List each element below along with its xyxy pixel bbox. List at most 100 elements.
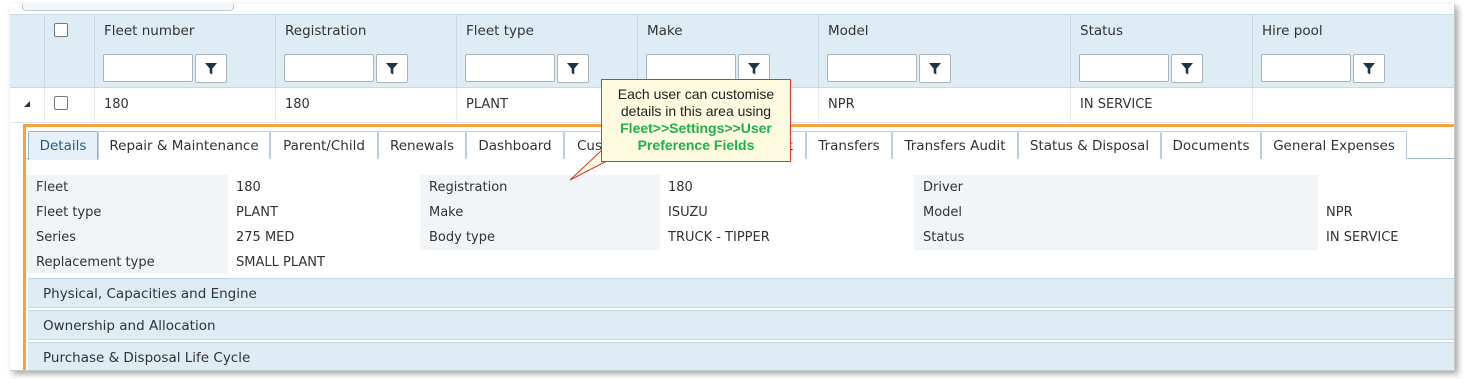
callout-line: details in this area using [620, 103, 772, 119]
section-title: Physical, Capacities and Engine [43, 286, 257, 302]
column-header-hire-pool[interactable]: Hire pool [1252, 15, 1454, 47]
filter-icon [1363, 62, 1375, 74]
filter-icon [748, 62, 760, 74]
column-header-make[interactable]: Make [637, 15, 818, 47]
cell-status: IN SERVICE [1070, 88, 1252, 122]
select-all-cell [44, 15, 94, 47]
callout-line: Each user can customise [617, 86, 775, 102]
cell-value: 180 [285, 97, 310, 112]
filter-button-fleet-number[interactable] [195, 54, 227, 83]
column-header-label: Fleet number [104, 23, 195, 39]
tab-parent-child[interactable]: Parent/Child [270, 131, 378, 159]
expand-header-cell [10, 15, 44, 47]
cell-fleet-number: 180 [94, 88, 275, 122]
filter-icon [386, 62, 398, 74]
make-value: ISUZU [668, 205, 708, 220]
tab-label: Transfers [818, 137, 880, 154]
row-select-cell [44, 88, 94, 122]
body-type-value: TRUCK - TIPPER [668, 230, 770, 245]
make-label: Make [429, 205, 464, 220]
filter-cell-model [818, 47, 1070, 87]
body-type-label: Body type [429, 230, 495, 245]
row-checkbox[interactable] [54, 96, 68, 110]
filter-button-fleet-type[interactable] [557, 54, 589, 83]
column-header-label: Hire pool [1262, 23, 1323, 39]
registration-label: Registration [429, 180, 508, 195]
cell-value: NPR [828, 97, 855, 112]
filter-button-status[interactable] [1171, 54, 1203, 83]
replacement-type-label: Replacement type [36, 255, 155, 270]
filter-cell-hire-pool [1252, 47, 1454, 87]
filter-input-make[interactable] [646, 54, 736, 82]
filter-input-status[interactable] [1079, 54, 1169, 82]
column-header-fleet-type[interactable]: Fleet type [456, 15, 637, 47]
series-label: Series [36, 230, 76, 245]
column-header-model[interactable]: Model [818, 15, 1070, 47]
filter-cell-status [1070, 47, 1252, 87]
tab-label: Renewals [389, 137, 455, 154]
filter-input-registration[interactable] [284, 54, 374, 82]
column-header-fleet-number[interactable]: Fleet number [94, 15, 275, 47]
filter-input-fleet-number[interactable] [103, 54, 193, 82]
column-header-label: Fleet type [466, 23, 534, 39]
filter-icon [205, 62, 217, 74]
grid-header-row: Fleet number Registration Fleet type Mak… [10, 14, 1454, 48]
tab-renewals[interactable]: Renewals [378, 131, 466, 159]
tab-transfers-audit[interactable]: Transfers Audit [892, 131, 1018, 159]
registration-value: 180 [668, 180, 693, 195]
tab-general-expenses[interactable]: General Expenses [1261, 131, 1407, 159]
collapse-arrow-icon[interactable] [23, 100, 31, 108]
tab-details[interactable]: Details [28, 131, 98, 160]
column-header-label: Make [647, 23, 683, 39]
tab-repair-maintenance[interactable]: Repair & Maintenance [98, 131, 270, 159]
column-header-label: Registration [285, 23, 367, 39]
tab-label: Repair & Maintenance [109, 137, 259, 154]
tab-label: Documents [1172, 137, 1250, 154]
column-header-label: Model [828, 23, 869, 39]
tab-documents[interactable]: Documents [1161, 131, 1261, 159]
select-all-checkbox[interactable] [54, 23, 68, 37]
filter-input-fleet-type[interactable] [465, 54, 555, 82]
toolbar-stub [22, 4, 234, 11]
filter-spacer [44, 47, 94, 87]
tab-label: Parent/Child [283, 137, 365, 154]
cell-value: PLANT [466, 97, 508, 112]
callout-highlight: Preference Fields [637, 137, 755, 153]
section-physical-capacities-engine[interactable]: Physical, Capacities and Engine [28, 278, 1454, 308]
filter-cell-fleet-number [94, 47, 275, 87]
filter-button-model[interactable] [919, 54, 951, 83]
tab-label: Status & Disposal [1029, 137, 1150, 154]
model-label: Model [923, 205, 963, 220]
filter-cell-registration [275, 47, 456, 87]
replacement-type-value: SMALL PLANT [236, 255, 325, 270]
cell-registration: 180 [275, 88, 456, 122]
tab-status-disposal[interactable]: Status & Disposal [1018, 131, 1161, 159]
tab-transfers[interactable]: Transfers [806, 131, 892, 159]
filter-button-registration[interactable] [376, 54, 408, 83]
fleet-value: 180 [236, 180, 261, 195]
cell-model: NPR [818, 88, 1070, 122]
fleet-type-label: Fleet type [36, 205, 102, 220]
tab-label: Transfers Audit [904, 137, 1006, 154]
filter-input-model[interactable] [827, 54, 917, 82]
column-header-label: Status [1080, 23, 1124, 39]
section-title: Purchase & Disposal Life Cycle [43, 350, 251, 366]
filter-icon [929, 62, 941, 74]
tab-dashboard[interactable]: Dashboard [466, 131, 564, 159]
series-value: 275 MED [236, 230, 295, 245]
filter-input-hire-pool[interactable] [1261, 54, 1351, 82]
filter-spacer [10, 47, 44, 87]
filter-button-hire-pool[interactable] [1353, 54, 1385, 83]
section-ownership-allocation[interactable]: Ownership and Allocation [28, 310, 1454, 340]
column-header-status[interactable]: Status [1070, 15, 1252, 47]
driver-label: Driver [923, 180, 964, 195]
column-header-registration[interactable]: Registration [275, 15, 456, 47]
status-label: Status [923, 230, 965, 245]
fleet-type-value: PLANT [236, 205, 278, 220]
cell-hire-pool [1252, 88, 1454, 122]
fleet-label: Fleet [36, 180, 69, 195]
section-purchase-disposal[interactable]: Purchase & Disposal Life Cycle [28, 342, 1454, 370]
status-value: IN SERVICE [1326, 230, 1399, 245]
customise-callout: Each user can customise details in this … [601, 79, 791, 162]
tab-label: Dashboard [478, 137, 552, 154]
